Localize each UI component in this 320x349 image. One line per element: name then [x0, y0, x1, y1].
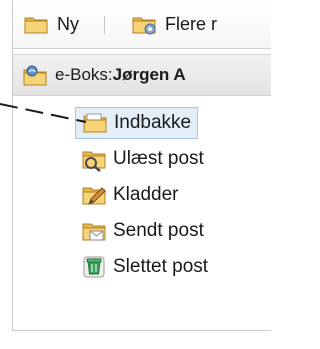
more-button-label: Flere r [165, 13, 218, 34]
folder-inbox[interactable]: Indbakke [75, 107, 199, 139]
folder-unread[interactable]: Ulæst post [75, 144, 210, 174]
folder-label: Indbakke [114, 112, 192, 133]
sent-mail-folder-icon [82, 223, 106, 241]
mail-panel: Ny Flere r e-Boks: Jørgen A Indbakke Ulæ… [12, 0, 271, 331]
toolbar-separator [104, 16, 105, 34]
account-name: Jørgen A [112, 65, 186, 84]
folder-label: Kladder [113, 184, 179, 205]
folder-label: Ulæst post [113, 148, 204, 169]
more-button[interactable]: Flere r [131, 12, 217, 36]
folder-label: Sendt post [113, 220, 204, 241]
account-prefix: e-Boks: [55, 65, 113, 84]
folder-drafts[interactable]: Kladder [75, 180, 185, 210]
folder-settings-icon [132, 17, 156, 35]
folder-sent[interactable]: Sendt post [75, 216, 210, 246]
new-button-label: Ny [57, 13, 79, 34]
unread-mail-folder-icon [82, 151, 106, 172]
new-folder-icon [24, 17, 48, 34]
mailbox-account-icon [23, 65, 47, 86]
new-button[interactable]: Ny [23, 12, 79, 36]
drafts-folder-icon [82, 187, 106, 205]
folder-label: Slettet post [113, 256, 209, 277]
folder-deleted[interactable]: Slettet post [75, 252, 214, 282]
account-header[interactable]: e-Boks: Jørgen A [13, 54, 271, 96]
inbox-folder-icon [83, 113, 107, 133]
trash-folder-icon [83, 256, 105, 278]
toolbar: Ny Flere r [13, 0, 271, 49]
